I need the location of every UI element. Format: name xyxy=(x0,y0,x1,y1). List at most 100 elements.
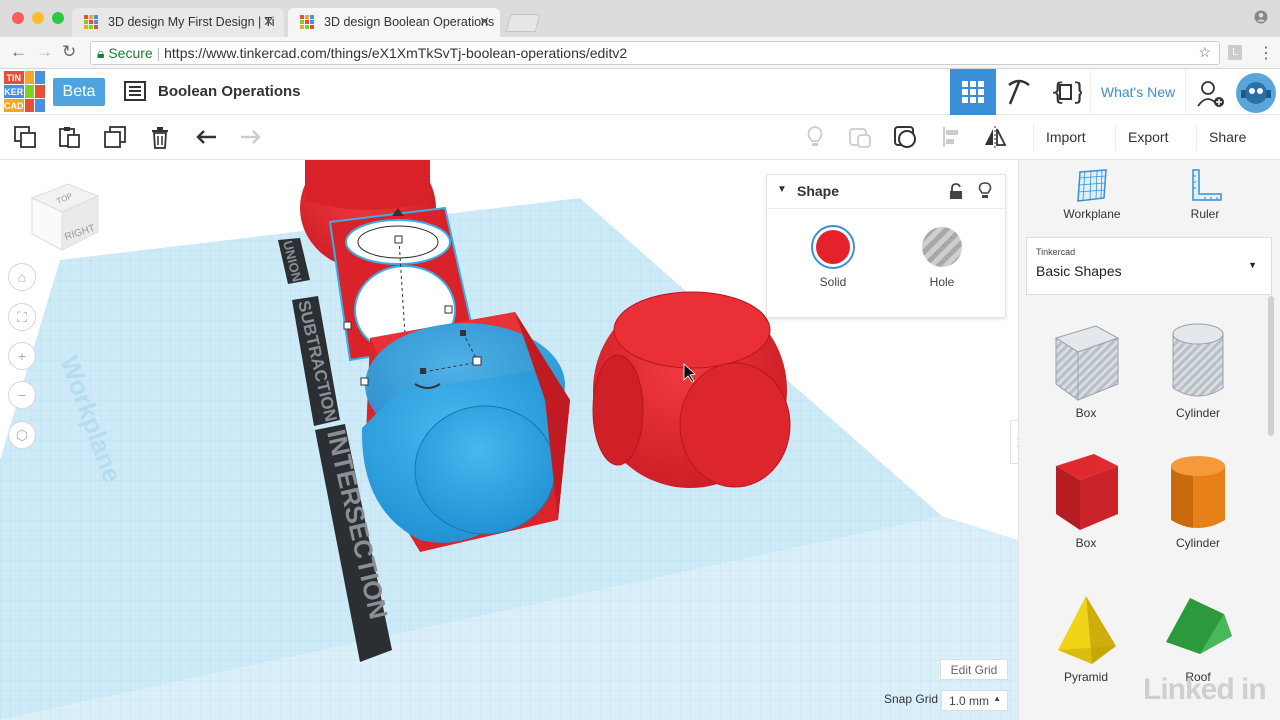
shape-inspector-panel: ▼ Shape Solid Hole xyxy=(766,174,1007,318)
paste-icon[interactable] xyxy=(57,125,81,149)
extension-icon[interactable]: L xyxy=(1228,45,1242,60)
shape-roof[interactable]: Roof xyxy=(1153,592,1243,684)
minimize-window-button[interactable] xyxy=(32,12,44,24)
browser-tab-first-design[interactable]: 3D design My First Design | Ti ✕ xyxy=(72,8,284,37)
tinkercad-logo[interactable]: TIN KER CAD xyxy=(4,71,45,112)
snap-grid-label: Snap Grid xyxy=(884,692,939,706)
shape-hole-cylinder[interactable]: Cylinder xyxy=(1153,320,1243,420)
plus-icon: + xyxy=(17,348,27,364)
snap-grid-select[interactable]: 1.0 mm ▲ xyxy=(941,690,1008,711)
red-difference-shape[interactable] xyxy=(592,291,791,488)
secure-label: Secure xyxy=(108,45,153,61)
collapse-caret-icon[interactable]: ▼ xyxy=(777,184,787,195)
close-tab-icon[interactable]: ✕ xyxy=(263,14,274,30)
library-source: Tinkercad xyxy=(1036,247,1076,257)
shapes-sidebar: Workplane Ruler Tinkercad Basic Shapes ▼… xyxy=(1018,160,1280,720)
profile-icon[interactable] xyxy=(1254,10,1268,24)
ruler-tool[interactable]: Ruler xyxy=(1177,168,1233,221)
shape-pyramid[interactable]: Pyramid xyxy=(1041,592,1131,684)
pyramid-icon xyxy=(1058,596,1116,664)
url-text: https://www.tinkercad.com/things/eX1XmTk… xyxy=(164,45,628,61)
shape-label: Pyramid xyxy=(1063,670,1108,684)
caret-up-icon: ▲ xyxy=(993,694,1001,703)
new-tab-button[interactable] xyxy=(505,14,541,32)
hole-label: Hole xyxy=(929,275,955,289)
solid-swatch xyxy=(811,225,855,269)
design-menu-icon[interactable] xyxy=(124,81,146,101)
shape-label: Cylinder xyxy=(1175,406,1220,420)
shape-box[interactable]: Box xyxy=(1041,450,1131,550)
close-tab-icon[interactable]: ✕ xyxy=(479,14,490,30)
share-button[interactable]: Share xyxy=(1196,123,1258,151)
intersection-shape[interactable] xyxy=(360,312,570,552)
reload-icon[interactable]: ↻ xyxy=(62,42,76,62)
hole-swatch xyxy=(922,227,962,267)
duplicate-icon[interactable] xyxy=(103,125,127,149)
copy-icon[interactable] xyxy=(13,125,37,149)
maximize-window-button[interactable] xyxy=(52,12,64,24)
workplane-icon xyxy=(1077,169,1107,202)
lightbulb-icon[interactable] xyxy=(978,182,992,200)
beta-badge: Beta xyxy=(53,78,105,106)
mirror-icon[interactable] xyxy=(983,125,1007,149)
robot-avatar-icon xyxy=(1241,82,1271,104)
snap-grid-value: 1.0 mm xyxy=(949,693,990,708)
align-icon[interactable] xyxy=(940,125,964,149)
ungroup-icon[interactable] xyxy=(893,125,917,149)
app-header: TIN KER CAD Beta Boolean Operations {} W… xyxy=(0,69,1280,115)
design-title[interactable]: Boolean Operations xyxy=(158,83,301,100)
url-input[interactable]: 🔒︎ Secure | https://www.tinkercad.com/th… xyxy=(90,41,1220,65)
library-name: Basic Shapes xyxy=(1036,263,1122,279)
lightbulb-icon[interactable] xyxy=(803,125,827,149)
grid-view-icon xyxy=(962,81,984,103)
lock-icon[interactable] xyxy=(949,183,963,200)
shape-hole-box[interactable]: Box xyxy=(1041,320,1131,420)
browser-address-bar: ← → ↻ 🔒︎ Secure | https://www.tinkercad.… xyxy=(0,37,1280,69)
codeblocks-view-button[interactable]: {} xyxy=(1042,69,1090,115)
back-arrow-icon[interactable]: ← xyxy=(10,42,27,62)
delete-icon[interactable] xyxy=(148,125,172,149)
blocks-view-button[interactable] xyxy=(996,69,1042,115)
tinkercad-favicon-icon xyxy=(84,15,98,29)
fit-view-button[interactable]: ⛶ xyxy=(8,303,36,331)
shape-cylinder[interactable]: Cylinder xyxy=(1153,450,1243,550)
zoom-out-button[interactable]: − xyxy=(8,381,36,409)
solid-option[interactable]: Solid xyxy=(805,225,861,289)
view-cube[interactable]: TOP RIGHT xyxy=(28,180,100,252)
forward-arrow-icon[interactable]: → xyxy=(36,42,53,62)
bookmark-star-icon[interactable]: ☆ xyxy=(1198,44,1211,61)
home-view-button[interactable]: ⌂ xyxy=(8,263,36,291)
shape-panel-title: Shape xyxy=(797,183,840,199)
browser-menu-icon[interactable]: ⋮ xyxy=(1258,43,1274,63)
3d-view-button[interactable] xyxy=(950,69,996,115)
linkedin-watermark: Linked in xyxy=(1143,673,1267,706)
workplane-label: Workplane xyxy=(1063,207,1121,221)
ruler-label: Ruler xyxy=(1190,207,1220,221)
close-window-button[interactable] xyxy=(12,12,24,24)
sidebar-scrollbar[interactable] xyxy=(1268,296,1274,436)
import-button[interactable]: Import xyxy=(1033,123,1098,151)
svg-text:{: { xyxy=(1050,78,1065,106)
undo-icon[interactable] xyxy=(195,125,219,149)
shape-label: Box xyxy=(1075,406,1097,420)
edit-toolbar: Import Export Share xyxy=(0,115,1280,160)
export-button[interactable]: Export xyxy=(1115,123,1180,151)
hole-cylinder-icon xyxy=(1172,323,1224,397)
red-box-icon xyxy=(1056,454,1118,530)
redo-icon[interactable] xyxy=(238,125,262,149)
pickaxe-icon xyxy=(1008,79,1030,105)
workplane-tool[interactable]: Workplane xyxy=(1059,168,1125,221)
whats-new-link[interactable]: What's New xyxy=(1090,69,1186,115)
user-avatar[interactable] xyxy=(1236,73,1276,113)
browser-tab-boolean-operations[interactable]: 3D design Boolean Operations ✕ xyxy=(288,8,500,37)
logo-letters: TIN xyxy=(4,71,24,84)
hole-option[interactable]: Hole xyxy=(914,227,970,289)
shape-library-select[interactable]: Tinkercad Basic Shapes ▼ xyxy=(1026,237,1272,295)
perspective-button[interactable]: ⬡ xyxy=(8,421,36,449)
svg-text:}: } xyxy=(1072,78,1082,106)
group-icon[interactable] xyxy=(848,125,872,149)
dropdown-caret-icon: ▼ xyxy=(1248,260,1257,270)
edit-grid-button[interactable]: Edit Grid xyxy=(940,659,1008,680)
add-user-icon[interactable] xyxy=(1196,80,1226,108)
zoom-in-button[interactable]: + xyxy=(8,342,36,370)
